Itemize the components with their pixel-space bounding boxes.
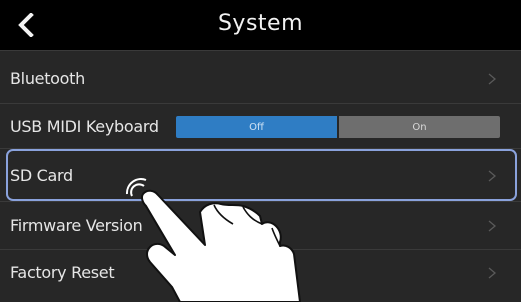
menu-item-label: Factory Reset [10,263,115,282]
selection-highlight [6,149,517,201]
menu-item-label: USB MIDI Keyboard [10,117,159,136]
menu-item-factory-reset[interactable]: Factory Reset [0,249,521,302]
menu-item-usb-midi-keyboard: USB MIDI Keyboard Off On [0,103,521,148]
device-screen: System Bluetooth USB MIDI Keyboard Off O… [0,0,521,302]
page-title: System [217,11,304,36]
menu-item-label: Bluetooth [10,69,85,88]
menu-item-bluetooth[interactable]: Bluetooth [0,50,521,106]
chevron-right-icon [488,220,497,232]
toggle-on-option[interactable]: On [339,116,500,138]
menu-item-label: Firmware Version [10,216,143,235]
header-bar: System [0,0,521,50]
chevron-right-icon [488,73,497,85]
chevron-right-icon [488,267,497,279]
toggle-off-option[interactable]: Off [176,116,337,138]
usb-midi-toggle[interactable]: Off On [176,116,500,138]
menu-item-firmware-version[interactable]: Firmware Version [0,201,521,249]
